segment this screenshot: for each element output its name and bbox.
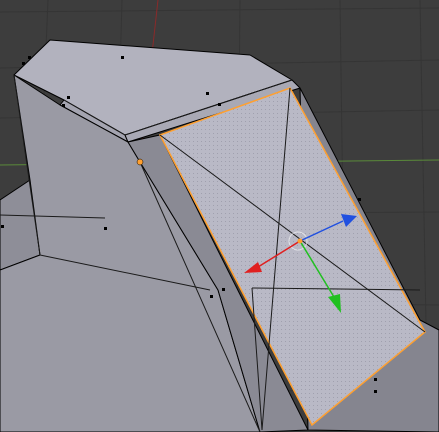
3d-viewport[interactable] [0,0,439,432]
active-vertex [136,158,144,166]
pivot-point-icon [297,238,303,244]
